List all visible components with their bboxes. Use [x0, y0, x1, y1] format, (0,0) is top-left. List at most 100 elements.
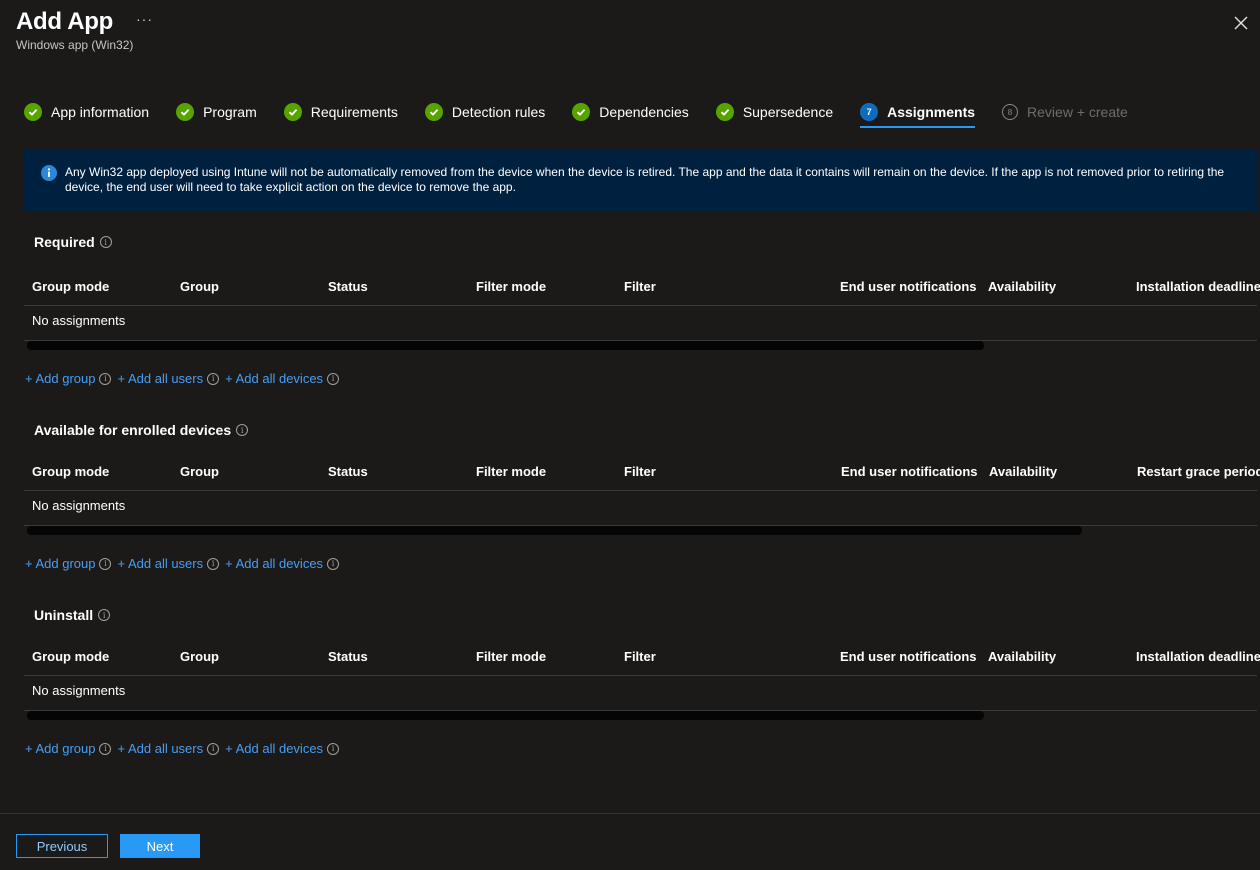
column-header[interactable]: Filter: [624, 464, 656, 479]
table-header: Group mode Group Status Filter mode Filt…: [24, 267, 1260, 306]
empty-state-text: No assignments: [32, 683, 126, 698]
close-icon[interactable]: [1232, 14, 1250, 32]
section-title-available: Available for enrolled devices i: [34, 422, 249, 438]
checkmark-icon: [424, 103, 443, 121]
info-icon[interactable]: i: [99, 236, 112, 248]
info-icon[interactable]: i: [99, 372, 112, 385]
horizontal-scrollbar[interactable]: [27, 341, 984, 350]
column-header[interactable]: Group: [180, 649, 219, 664]
available-table: Group mode Group Status Filter mode Filt…: [24, 452, 1260, 526]
required-table: Group mode Group Status Filter mode Filt…: [24, 267, 1260, 341]
step-app-information[interactable]: App information: [24, 100, 149, 124]
add-all-devices-link[interactable]: + Add all devices: [225, 556, 323, 571]
column-header[interactable]: Group mode: [32, 279, 109, 294]
table-row: No assignments: [24, 676, 1257, 711]
step-detection-rules[interactable]: Detection rules: [424, 100, 546, 124]
table-header: Group mode Group Status Filter mode Filt…: [24, 637, 1260, 676]
page-subtitle: Windows app (Win32): [16, 38, 134, 52]
info-icon[interactable]: i: [207, 372, 220, 385]
info-icon[interactable]: i: [327, 742, 340, 755]
step-dependencies[interactable]: Dependencies: [572, 100, 689, 124]
step-label: Detection rules: [451, 104, 546, 120]
more-options-icon[interactable]: ···: [136, 11, 153, 27]
info-banner: Any Win32 app deployed using Intune will…: [24, 149, 1257, 211]
column-header[interactable]: Restart grace period: [1137, 464, 1260, 479]
info-icon[interactable]: i: [99, 742, 112, 755]
column-header[interactable]: Installation deadline: [1136, 279, 1260, 294]
checkmark-icon: [572, 103, 591, 121]
page-title: Add App: [16, 8, 113, 35]
table-header: Group mode Group Status Filter mode Filt…: [24, 452, 1260, 491]
add-all-users-link[interactable]: + Add all users: [117, 371, 203, 386]
checkmark-icon: [176, 103, 195, 121]
uninstall-table: Group mode Group Status Filter mode Filt…: [24, 637, 1260, 711]
add-all-users-link[interactable]: + Add all users: [117, 556, 203, 571]
section-title-text: Uninstall: [34, 607, 94, 623]
column-header[interactable]: End user notifications: [841, 464, 978, 479]
table-row: No assignments: [24, 491, 1257, 526]
table-row: No assignments: [24, 306, 1257, 341]
add-all-users-link[interactable]: + Add all users: [117, 741, 203, 756]
column-header[interactable]: Filter mode: [476, 464, 546, 479]
info-icon[interactable]: i: [327, 372, 340, 385]
column-header[interactable]: End user notifications: [840, 649, 977, 664]
blade-header: Add App: [16, 8, 113, 36]
info-icon[interactable]: i: [207, 742, 220, 755]
next-button[interactable]: Next: [120, 834, 200, 858]
previous-button[interactable]: Previous: [16, 834, 108, 858]
column-header[interactable]: Filter: [624, 279, 656, 294]
column-header[interactable]: Status: [328, 464, 368, 479]
step-label: Review + create: [1027, 104, 1128, 120]
column-header[interactable]: Status: [328, 649, 368, 664]
checkmark-icon: [24, 103, 42, 121]
step-requirements[interactable]: Requirements: [283, 100, 398, 124]
column-header[interactable]: Filter: [624, 649, 656, 664]
column-header[interactable]: Group: [180, 464, 219, 479]
info-icon[interactable]: i: [99, 557, 112, 570]
add-all-devices-link[interactable]: + Add all devices: [225, 371, 323, 386]
column-header[interactable]: Group: [180, 279, 219, 294]
info-icon[interactable]: i: [207, 557, 220, 570]
step-supersedence[interactable]: Supersedence: [715, 100, 834, 124]
horizontal-scrollbar[interactable]: [27, 711, 984, 720]
column-header[interactable]: Availability: [988, 279, 1056, 294]
info-icon[interactable]: i: [98, 609, 111, 621]
wizard-footer: Previous Next: [0, 813, 1260, 870]
step-label: App information: [51, 104, 150, 120]
checkmark-icon: [715, 103, 734, 121]
add-group-link[interactable]: + Add group: [25, 741, 95, 756]
column-header[interactable]: Availability: [989, 464, 1057, 479]
column-header[interactable]: Filter mode: [476, 279, 546, 294]
section-title-text: Available for enrolled devices: [34, 422, 232, 438]
step-label: Requirements: [310, 104, 398, 120]
column-header[interactable]: Status: [328, 279, 368, 294]
step-review-create[interactable]: 8 Review + create: [1002, 100, 1128, 124]
step-label: Assignments: [887, 104, 976, 120]
column-header[interactable]: End user notifications: [840, 279, 977, 294]
section-title-uninstall: Uninstall i: [34, 607, 111, 623]
info-icon[interactable]: i: [327, 557, 340, 570]
add-all-devices-link[interactable]: + Add all devices: [225, 741, 323, 756]
wizard-steps: App information Program Requirements Det…: [24, 100, 1155, 130]
horizontal-scrollbar[interactable]: [27, 526, 1082, 535]
column-header[interactable]: Group mode: [32, 464, 109, 479]
section-title-required: Required i: [34, 234, 112, 250]
column-header[interactable]: Installation deadline: [1136, 649, 1260, 664]
available-add-links: + Add group i + Add all users i + Add al…: [25, 556, 345, 571]
banner-text: Any Win32 app deployed using Intune will…: [65, 165, 1225, 194]
uninstall-add-links: + Add group i + Add all users i + Add al…: [25, 741, 345, 756]
info-icon[interactable]: i: [236, 424, 249, 436]
info-icon: [41, 165, 57, 181]
step-label: Supersedence: [742, 104, 834, 120]
add-group-link[interactable]: + Add group: [25, 371, 95, 386]
column-header[interactable]: Availability: [988, 649, 1056, 664]
column-header[interactable]: Group mode: [32, 649, 109, 664]
step-assignments[interactable]: 7 Assignments: [860, 100, 976, 128]
required-add-links: + Add group i + Add all users i + Add al…: [25, 371, 345, 386]
step-program[interactable]: Program: [176, 100, 257, 124]
column-header[interactable]: Filter mode: [476, 649, 546, 664]
step-label: Dependencies: [599, 104, 689, 120]
section-title-text: Required: [34, 234, 95, 250]
add-group-link[interactable]: + Add group: [25, 556, 95, 571]
step-label: Program: [203, 104, 257, 120]
